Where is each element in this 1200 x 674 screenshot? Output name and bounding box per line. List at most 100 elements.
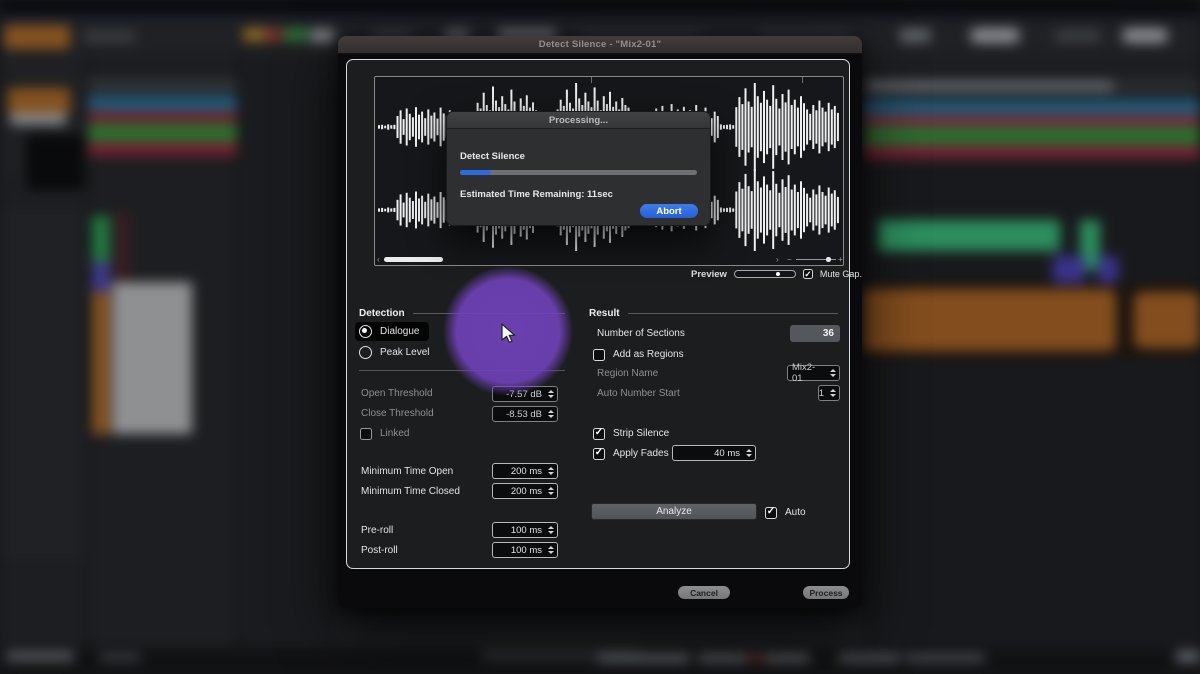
min-time-open-row: Minimum Time Open <box>361 463 453 480</box>
number-of-sections-value: 36 <box>790 325 840 342</box>
strip-silence-label: Strip Silence <box>613 428 669 439</box>
stepper-icon[interactable] <box>548 484 554 498</box>
auto-checkbox[interactable] <box>765 507 777 519</box>
eta-label: Estimated Time Remaining: 11sec <box>460 189 613 200</box>
radio-peak-level-label: Peak Level <box>380 347 429 358</box>
apply-fades-field[interactable]: 40 ms <box>672 445 756 461</box>
auto-number-start-row: Auto Number Start <box>597 385 680 402</box>
post-roll-row: Post-roll <box>361 542 398 559</box>
add-as-regions-row[interactable]: Add as Regions <box>593 346 684 363</box>
detection-header: Detection <box>359 308 405 319</box>
analyze-label: Analyze <box>656 506 692 517</box>
result-header-row: Result <box>589 305 838 322</box>
process-button[interactable]: Process <box>803 586 849 599</box>
radio-dialogue[interactable]: Dialogue <box>355 322 429 341</box>
linked-row[interactable]: Linked <box>360 425 409 442</box>
min-time-closed-row: Minimum Time Closed <box>361 483 460 500</box>
region-name-row: Region Name <box>597 365 658 382</box>
analyze-button[interactable]: Analyze <box>591 503 757 520</box>
linked-label: Linked <box>380 428 409 439</box>
processing-task-label: Detect Silence <box>460 151 525 162</box>
radio-icon[interactable] <box>359 346 372 359</box>
processing-title: Processing... <box>549 115 608 126</box>
open-threshold-row: Open Threshold <box>361 385 433 402</box>
progress-fill <box>460 170 491 175</box>
min-time-open-value: 200 ms <box>511 466 542 477</box>
processing-dialog: Processing... Detect Silence Estimated T… <box>446 111 711 226</box>
close-threshold-row: Close Threshold <box>361 405 434 422</box>
stepper-icon[interactable] <box>746 446 752 460</box>
region-name-value: Mix2-01 <box>792 362 824 384</box>
stepper-icon[interactable] <box>548 407 554 421</box>
waveform-tick <box>802 77 803 83</box>
open-threshold-label: Open Threshold <box>361 388 433 399</box>
close-threshold-value: -8.53 dB <box>506 409 542 420</box>
scroll-right-icon[interactable]: › <box>776 254 779 265</box>
abort-button[interactable]: Abort <box>640 204 698 218</box>
pre-roll-row: Pre-roll <box>361 522 393 539</box>
number-of-sections-row: Number of Sections <box>597 325 685 342</box>
close-threshold-field[interactable]: -8.53 dB <box>492 406 558 422</box>
region-name-label: Region Name <box>597 368 658 379</box>
mute-gap-label: Mute Gap. <box>820 269 862 279</box>
preview-slider-handle[interactable] <box>776 272 780 276</box>
pre-roll-field[interactable]: 100 ms <box>492 522 558 538</box>
pre-roll-label: Pre-roll <box>361 525 393 536</box>
number-of-sections-label: Number of Sections <box>597 328 685 339</box>
min-time-open-label: Minimum Time Open <box>361 466 453 477</box>
auto-label: Auto <box>785 507 806 518</box>
post-roll-label: Post-roll <box>361 545 398 556</box>
strip-silence-row[interactable]: Strip Silence <box>593 425 669 442</box>
radio-dialogue-label: Dialogue <box>380 326 419 337</box>
apply-fades-row[interactable]: Apply Fades <box>593 445 669 462</box>
scrollbar-thumb[interactable] <box>384 257 443 262</box>
preview-slider[interactable] <box>734 270 796 278</box>
radio-peak-level[interactable]: Peak Level <box>359 344 429 361</box>
add-as-regions-label: Add as Regions <box>613 349 684 360</box>
cancel-label: Cancel <box>690 588 718 598</box>
add-as-regions-checkbox[interactable] <box>593 349 605 361</box>
min-time-closed-label: Minimum Time Closed <box>361 486 460 497</box>
linked-checkbox[interactable] <box>360 428 372 440</box>
dialog-titlebar[interactable]: Detect Silence - "Mix2-01" <box>338 36 862 54</box>
stepper-icon[interactable] <box>830 386 836 400</box>
preview-label: Preview <box>691 269 727 280</box>
dialog-title: Detect Silence - "Mix2-01" <box>539 39 661 50</box>
auto-number-start-field[interactable]: 1 <box>818 385 840 401</box>
process-label: Process <box>809 588 842 598</box>
min-time-closed-field[interactable]: 200 ms <box>492 483 558 499</box>
radio-icon[interactable] <box>359 325 372 338</box>
number-of-sections-text: 36 <box>823 328 834 339</box>
strip-silence-checkbox[interactable] <box>593 428 605 440</box>
stepper-icon[interactable] <box>548 523 554 537</box>
divider <box>628 313 838 314</box>
preview-row: Preview Mute Gap. <box>691 266 862 282</box>
close-threshold-label: Close Threshold <box>361 408 434 419</box>
region-name-field[interactable]: Mix2-01 <box>787 365 840 381</box>
waveform-tick <box>591 77 592 83</box>
cancel-button[interactable]: Cancel <box>678 586 730 599</box>
abort-label: Abort <box>656 206 681 217</box>
stepper-icon[interactable] <box>830 366 836 380</box>
stepper-icon[interactable] <box>548 464 554 478</box>
apply-fades-checkbox[interactable] <box>593 448 605 460</box>
auto-number-start-value: 1 <box>819 388 824 399</box>
zoom-out-icon[interactable]: − <box>787 254 792 265</box>
zoom-slider[interactable] <box>796 259 836 260</box>
result-header: Result <box>589 308 620 319</box>
zoom-slider-handle[interactable] <box>826 257 831 262</box>
apply-fades-label: Apply Fades <box>613 448 669 459</box>
apply-fades-value: 40 ms <box>714 448 740 459</box>
processing-titlebar[interactable]: Processing... <box>447 112 710 129</box>
stepper-icon[interactable] <box>548 543 554 557</box>
stepper-icon[interactable] <box>548 387 554 401</box>
scroll-left-icon[interactable]: ‹ <box>377 254 380 265</box>
mute-gap-checkbox[interactable] <box>803 269 813 279</box>
pre-roll-value: 100 ms <box>511 525 542 536</box>
progress-bar <box>460 170 697 175</box>
min-time-open-field[interactable]: 200 ms <box>492 463 558 479</box>
auto-row[interactable]: Auto <box>765 504 806 521</box>
zoom-in-icon[interactable]: + <box>838 254 843 265</box>
waveform-scrollbar: ‹ › − + <box>375 254 843 265</box>
post-roll-field[interactable]: 100 ms <box>492 542 558 558</box>
